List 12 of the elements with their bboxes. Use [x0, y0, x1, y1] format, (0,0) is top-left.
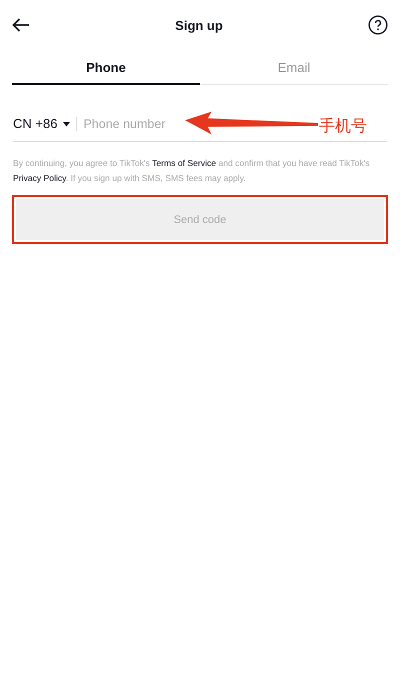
- phone-number-field[interactable]: Phone number: [83, 117, 170, 131]
- page-title: Sign up: [175, 18, 223, 32]
- country-code-selector[interactable]: CN +86: [13, 117, 78, 131]
- arrow-icon: [185, 111, 318, 137]
- consent-text: By continuing, you agree to TikTok's Terms of Service and confirm that you have read TikTok's Privacy Policy. If you sign up with SMS, SMS fees may apply.: [13, 157, 371, 185]
- help-icon[interactable]: [368, 15, 388, 35]
- caret-icon[interactable]: [63, 122, 70, 126]
- link[interactable]: Terms of Service: [152, 158, 216, 168]
- tab[interactable]: Phone: [12, 54, 200, 85]
- annotation-label: 手机号: [319, 116, 367, 137]
- back-icon[interactable]: [12, 18, 30, 32]
- link[interactable]: Privacy Policy: [13, 173, 66, 183]
